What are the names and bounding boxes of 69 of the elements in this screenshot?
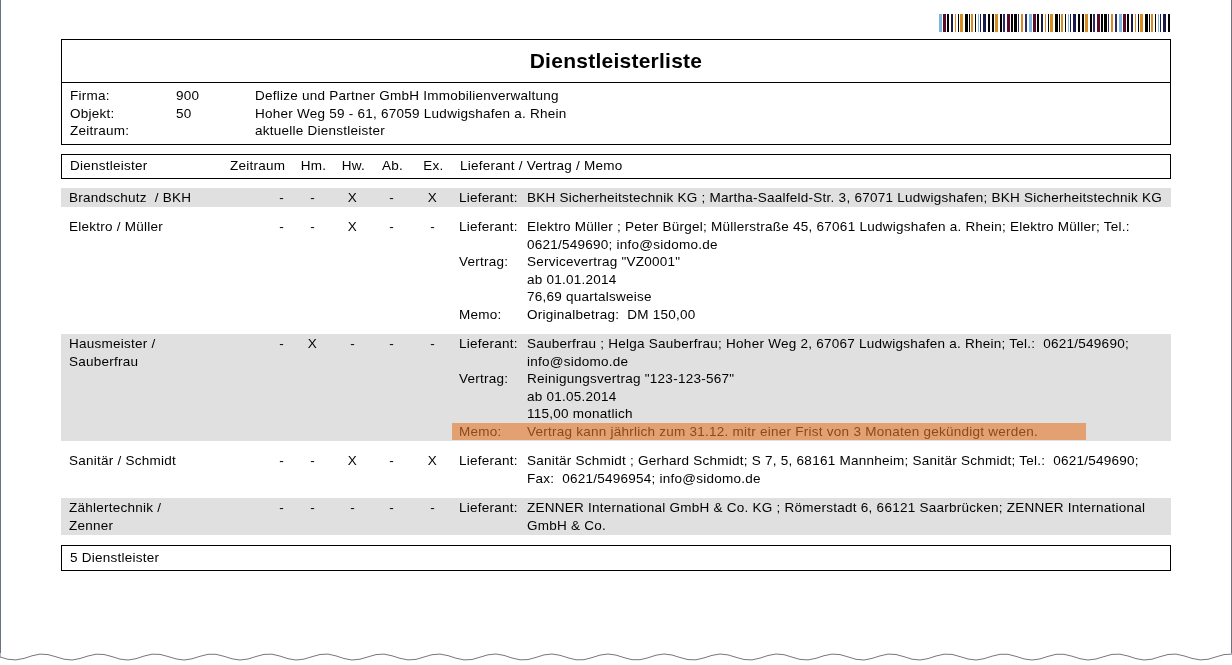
info-code: 900	[176, 87, 201, 105]
table-cell: X	[347, 219, 358, 234]
table-cell: X	[307, 336, 318, 351]
table-cell: -	[350, 336, 355, 351]
entry-label: Memo:	[459, 306, 502, 322]
entry-text: Originalbetrag: DM 150,00	[527, 305, 697, 323]
table-cell: -	[279, 189, 284, 205]
entry-text: Vertrag kann jährlich zum 31.12. mitr einer Frist von 3 Monaten gekündigt werden.	[527, 422, 1039, 440]
table-cell: -	[389, 500, 394, 515]
provider-name: Elektro / Müller	[69, 219, 164, 234]
table-cell: X	[427, 189, 438, 205]
column-header: Lieferant / Vertrag / Memo	[460, 158, 623, 174]
entry-label: Memo:	[459, 423, 502, 439]
entry-text: ab 01.05.2014	[527, 387, 618, 405]
entry-label: Vertrag:	[459, 254, 509, 269]
entry-text: 115,00 monatlich	[527, 405, 634, 423]
table-cell: X	[347, 453, 358, 468]
entry-text: 76,69 quartalsweise	[527, 288, 653, 306]
entry-label: Lieferant:	[459, 453, 518, 468]
table-cell: -	[430, 219, 435, 234]
report-title: Dienstleisterliste	[62, 40, 1170, 83]
table-cell: -	[389, 219, 394, 234]
table-cell: -	[430, 336, 435, 351]
column-header: Hm.	[300, 158, 327, 174]
column-header: Dienstleister	[70, 158, 148, 174]
info-value: aktuelle Dienstleister	[255, 122, 386, 140]
provider-name: Hausmeister / Sauberfrau	[69, 336, 157, 369]
entry-text: ZENNER International GmbH & Co. KG ; Römerstadt 6, 66121 Saarbrücken; ZENNER International GmbH & Co.	[527, 499, 1147, 534]
entry-text: BKH Sicherheitstechnik KG ; Martha-Saalfeld-Str. 3, 67071 Ludwigshafen; BKH Sicherheitstechnik KG	[527, 188, 1164, 206]
entry-text: Sanitär Schmidt ; Gerhard Schmidt; S 7, 5, 68161 Mannheim; Sanitär Schmidt; Tel.: 0621/549690; Fax: 0621/5496954; info@sidomo.de	[527, 452, 1140, 487]
table-cell: -	[310, 500, 315, 515]
entry-text: ab 01.01.2014	[527, 270, 618, 288]
column-header: Ex.	[423, 158, 444, 174]
entry-text: Sauberfrau ; Helga Sauberfrau; Hoher Weg 2, 67067 Ludwigshafen a. Rhein; Tel.: 0621/549690; info@sidomo.de	[527, 335, 1130, 370]
table-cell: -	[279, 219, 284, 234]
entry-text: Reinigungsvertrag "123-123-567"	[527, 370, 736, 388]
entry-label: Lieferant:	[459, 500, 518, 515]
table-cell: -	[279, 336, 284, 351]
table-cell: -	[279, 453, 284, 468]
entry-label: Lieferant:	[459, 219, 518, 234]
table-cell: -	[279, 500, 284, 515]
table-cell: -	[389, 453, 394, 468]
column-header: Zeitraum	[230, 158, 286, 174]
table-cell: X	[427, 453, 438, 468]
info-label: Zeitraum:	[70, 122, 131, 140]
entry-label: Lieferant:	[459, 336, 518, 351]
entry-label: Vertrag:	[459, 371, 509, 386]
table-cell: -	[350, 500, 355, 515]
entry-text: Elektro Müller ; Peter Bürgel; Müllerstraße 45, 67061 Ludwigshafen a. Rhein; Elektro Müller; Tel.: 0621/549690; info@sidomo.de	[527, 218, 1131, 253]
column-header: Ab.	[382, 158, 403, 174]
provider-name: Sanitär / Schmidt	[69, 453, 177, 468]
info-code: 50	[176, 104, 193, 122]
entry-text: Servicevertrag "VZ0001"	[527, 253, 682, 271]
provider-count: 5 Dienstleister	[70, 549, 160, 567]
info-label: Objekt:	[70, 104, 116, 122]
table-cell: X	[347, 189, 358, 205]
info-value: Hoher Weg 59 - 61, 67059 Ludwigshafen a. Rhein	[255, 104, 567, 122]
provider-name: Brandschutz / BKH	[69, 189, 192, 205]
table-cell: -	[389, 189, 394, 205]
table-cell: -	[389, 336, 394, 351]
table-cell: -	[430, 500, 435, 515]
table-cell: -	[310, 219, 315, 234]
info-value: Deflize und Partner GmbH Immobilienverwaltung	[255, 87, 559, 105]
info-label: Firma:	[70, 87, 111, 105]
entry-label: Lieferant:	[459, 189, 518, 205]
provider-name: Zählertechnik / Zenner	[69, 500, 163, 533]
column-header: Hw.	[341, 158, 366, 174]
table-cell: -	[310, 453, 315, 468]
table-cell: -	[310, 189, 315, 205]
